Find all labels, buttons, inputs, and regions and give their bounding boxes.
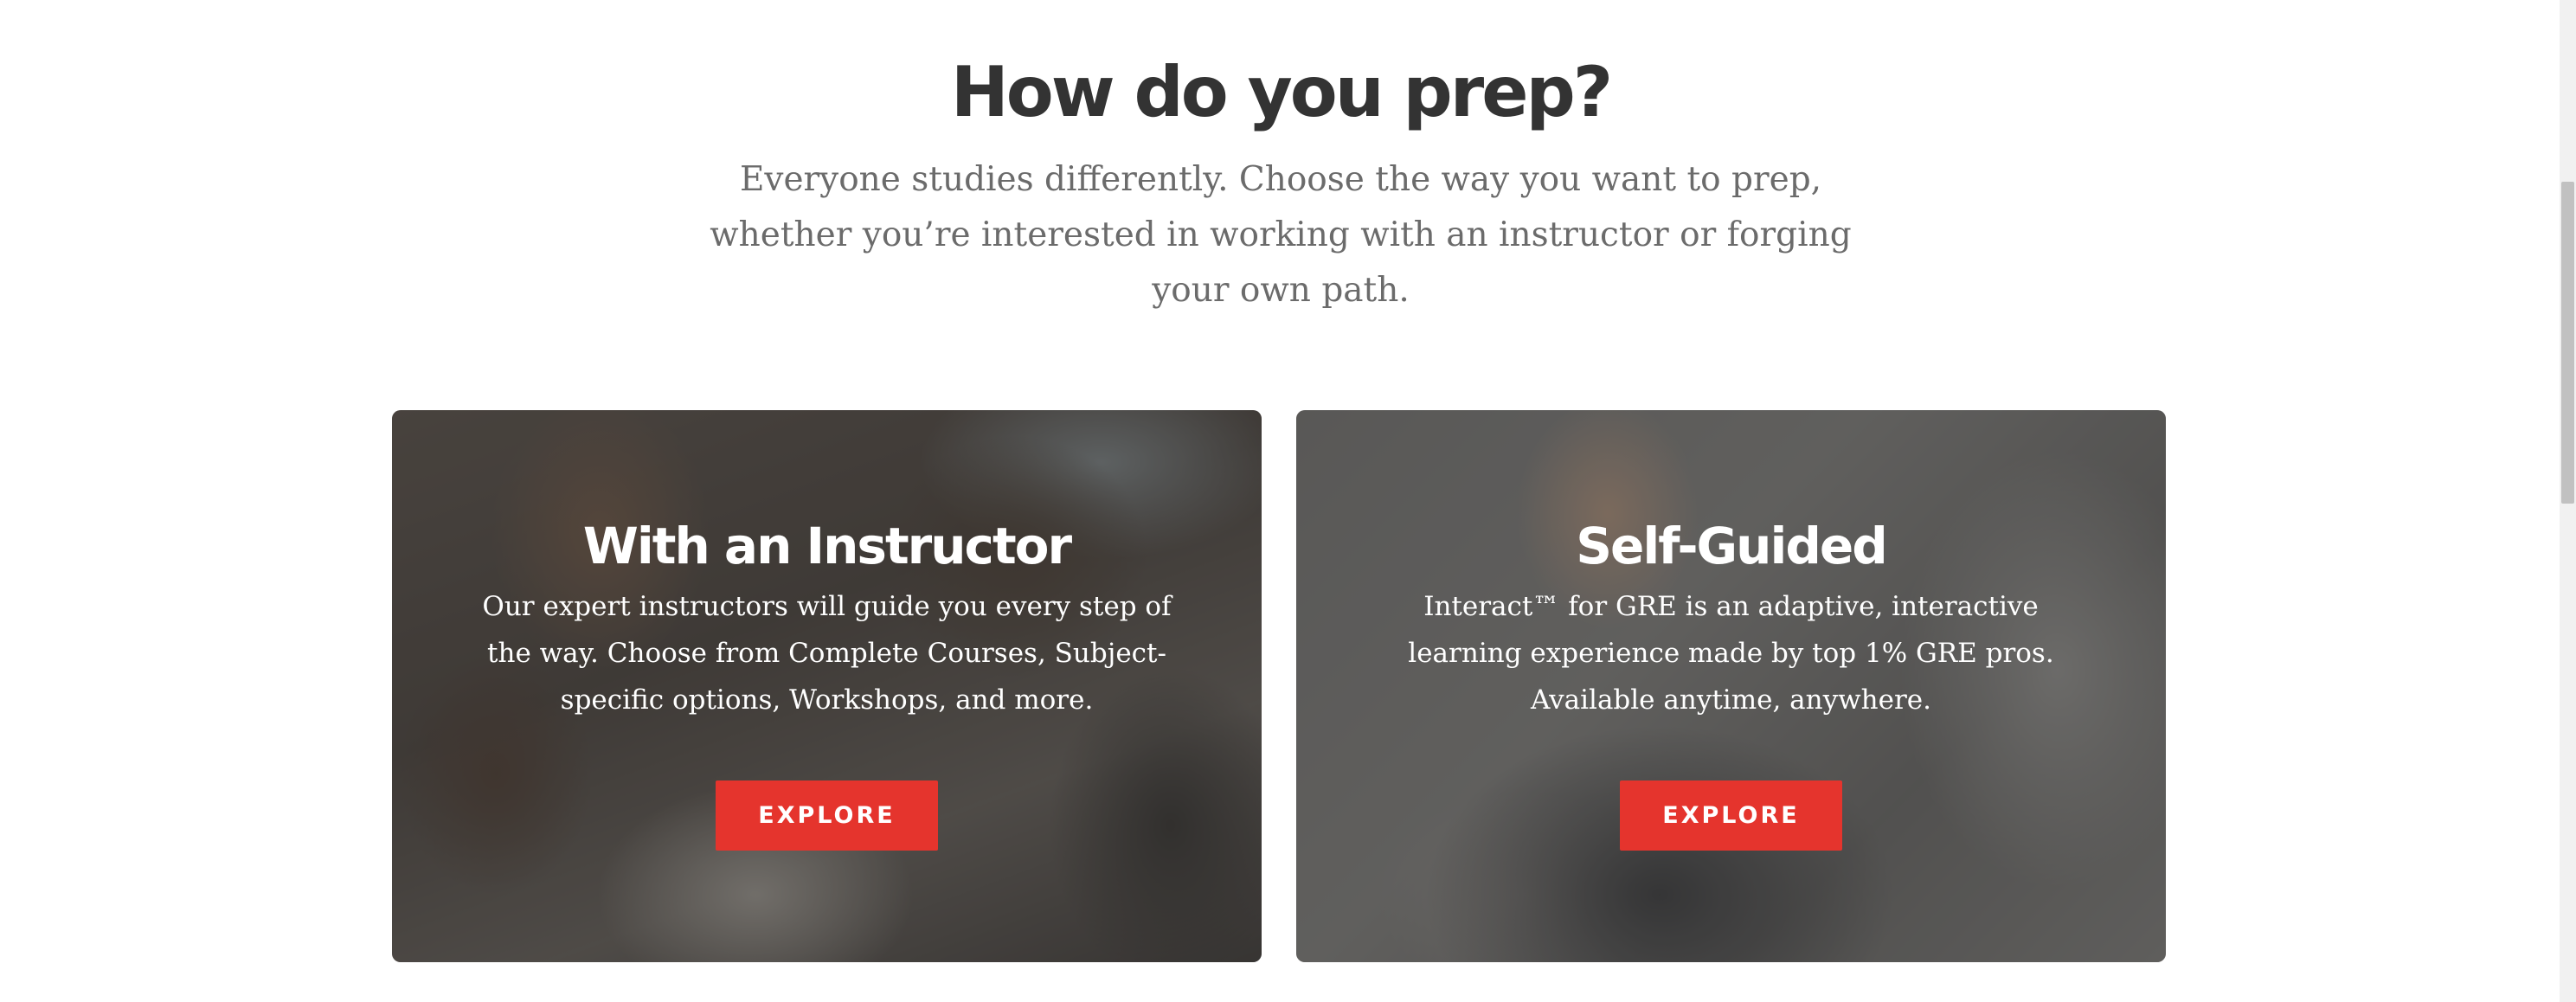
card-with-instructor: With an Instructor Our expert instructor… [392,410,1262,962]
section-title: How do you prep? [950,52,1613,132]
explore-instructor-button[interactable]: EXPLORE [716,780,938,851]
card-description: Our expert instructors will guide you ev… [482,591,1172,716]
card-title: Self-Guided [1576,517,1887,575]
section-subtitle: Everyone studies differently. Choose the… [710,160,1852,310]
scrollbar-thumb[interactable] [2561,182,2574,504]
page: How do you prep? Everyone studies differ… [0,0,2576,1002]
card-description: Interact™ for GRE is an adaptive, intera… [1408,591,2054,716]
card-title: With an Instructor [582,517,1072,575]
explore-self-guided-button[interactable]: EXPLORE [1620,780,1842,851]
card-self-guided: Self-Guided Interact™ for GRE is an adap… [1296,410,2166,962]
